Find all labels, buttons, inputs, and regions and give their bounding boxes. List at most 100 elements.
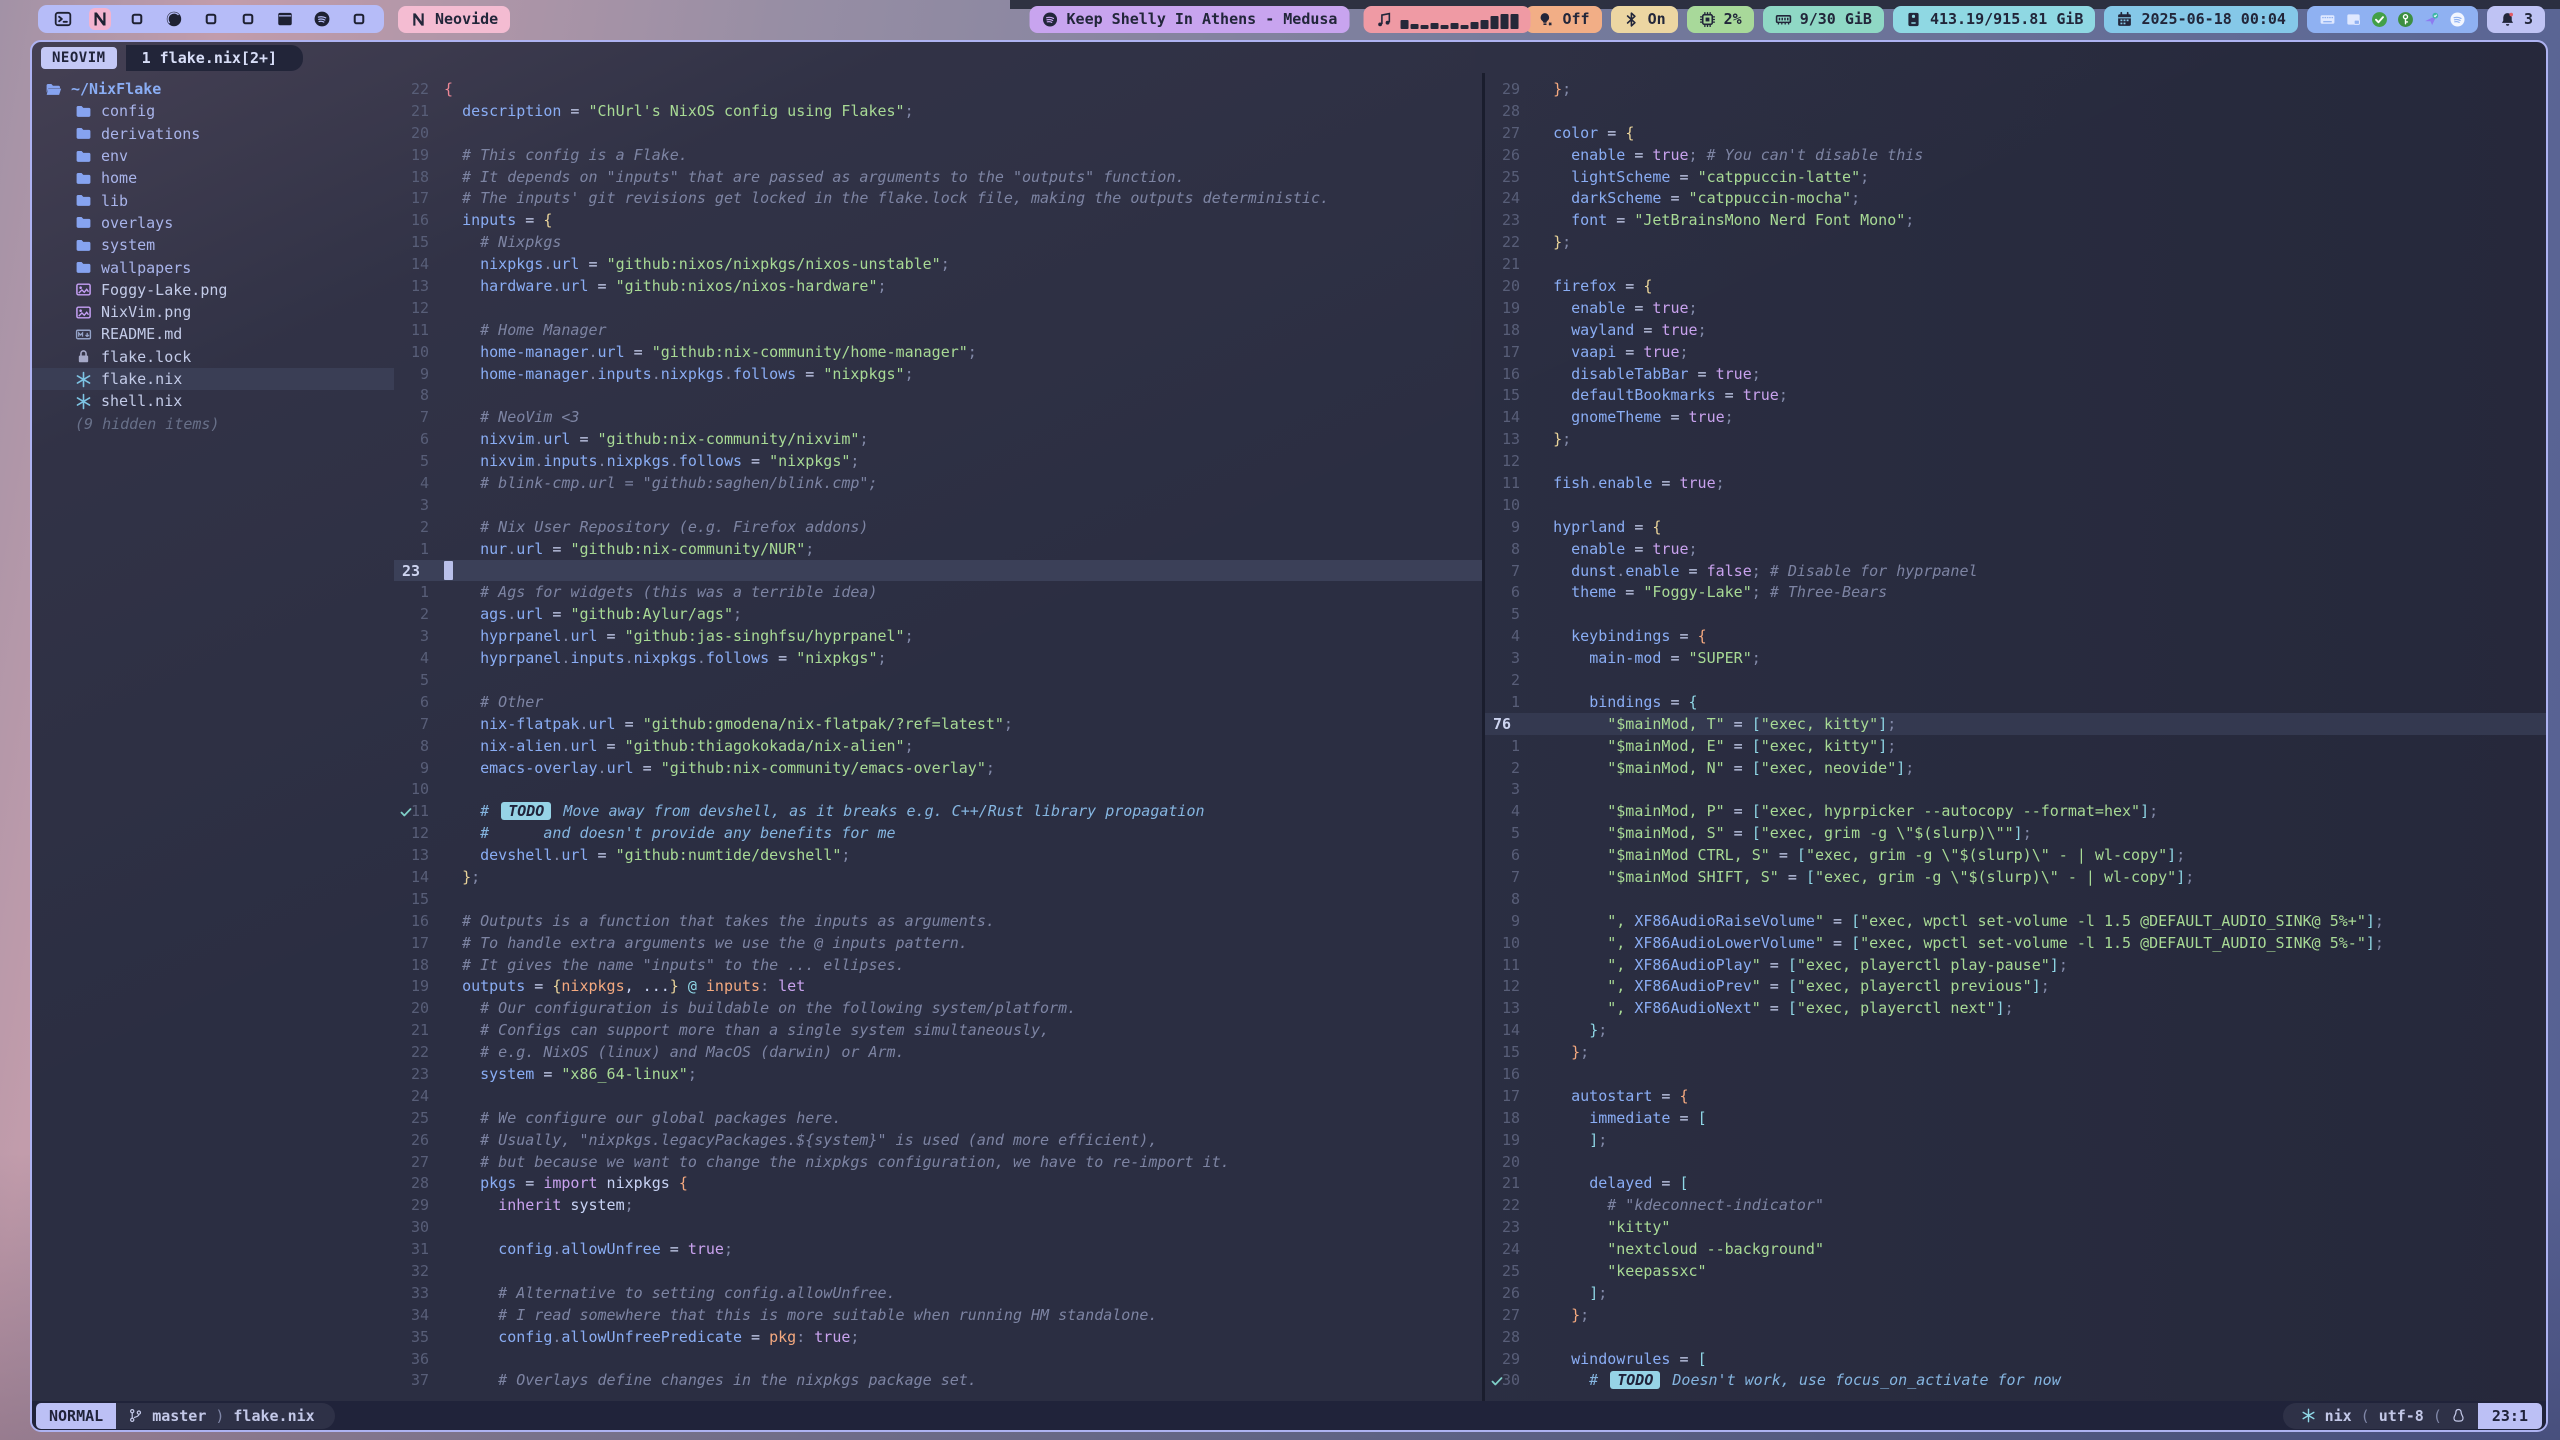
- tree-item-home[interactable]: home: [32, 167, 394, 189]
- keyboard-icon[interactable]: [2319, 11, 2336, 28]
- gutter: 20: [394, 999, 444, 1017]
- tree-item-derivations[interactable]: derivations: [32, 123, 394, 145]
- visualizer-bar: [1410, 24, 1418, 29]
- tree-item-label: (9 hidden items): [75, 415, 220, 433]
- code-text: # The inputs' git revisions get locked i…: [444, 189, 1482, 207]
- line-number: 22: [394, 1043, 444, 1061]
- media-title: Keep Shelly In Athens - Medusa: [1067, 10, 1338, 28]
- line-number: 27: [1485, 1306, 1535, 1324]
- line-number: 4: [1485, 802, 1535, 820]
- ram-module[interactable]: 9/30 GiB: [1763, 6, 1884, 33]
- gutter: 22: [394, 1043, 444, 1061]
- gutter: 5: [394, 671, 444, 689]
- gutter: 5: [1485, 605, 1535, 623]
- code-text: # and doesn't provide any benefits for m…: [444, 824, 1482, 842]
- line-number: 3: [394, 496, 444, 514]
- idle-module[interactable]: Off: [1525, 6, 1601, 33]
- sync-icon[interactable]: [2423, 11, 2440, 28]
- tree-item-flake.lock[interactable]: flake.lock: [32, 346, 394, 368]
- buffer-tab[interactable]: 1 flake.nix[2+]: [126, 45, 303, 71]
- line-number: 26: [1485, 146, 1535, 164]
- neovim-badge: NEOVIM: [41, 47, 117, 69]
- editor-pane-left[interactable]: 22{21 description = "ChUrl's NixOS confi…: [394, 73, 1482, 1401]
- tree-item-label: flake.nix: [101, 370, 182, 388]
- line-number: 13: [394, 846, 444, 864]
- editor-pane-right[interactable]: 29 };2827 color = {26 enable = true; # Y…: [1485, 73, 2546, 1401]
- workspace-empty-9[interactable]: [348, 8, 370, 30]
- tree-item-system[interactable]: system: [32, 234, 394, 256]
- line-number: 19: [394, 977, 444, 995]
- line-number: 5: [1485, 824, 1535, 842]
- line-number: 76: [1485, 715, 1535, 733]
- line-number: 23: [1485, 211, 1535, 229]
- line-number: 9: [1485, 518, 1535, 536]
- tree-item-shell.nix[interactable]: shell.nix: [32, 390, 394, 412]
- keepassxc-icon[interactable]: [2397, 11, 2414, 28]
- code-text: wayland = true;: [1535, 321, 2546, 339]
- system-tray[interactable]: [2307, 6, 2478, 33]
- bluetooth-module[interactable]: On: [1611, 6, 1678, 33]
- line-number: 28: [394, 1174, 444, 1192]
- workspace-firefox[interactable]: [163, 8, 185, 30]
- tree-item-wallpapers[interactable]: wallpapers: [32, 256, 394, 278]
- tree-item-nixflake[interactable]: ~/NixFlake: [32, 78, 394, 100]
- visualizer-bar: [1400, 20, 1408, 29]
- line-number: 19: [394, 146, 444, 164]
- line-number: 9: [1485, 912, 1535, 930]
- tree-item-nixvim.png[interactable]: NixVim.png: [32, 301, 394, 323]
- git-branch-icon: [128, 1408, 143, 1423]
- workspace-empty-6[interactable]: [237, 8, 259, 30]
- spotify-light-icon[interactable]: [2449, 11, 2466, 28]
- gutter: 1: [394, 540, 444, 558]
- clock-module[interactable]: 2025-06-18 00:04: [2104, 6, 2298, 33]
- code-line: 18 # It gives the name "inputs" to the .…: [394, 954, 1482, 976]
- spotify-icon: [313, 10, 331, 28]
- code-text: # e.g. NixOS (linux) and MacOS (darwin) …: [444, 1043, 1482, 1061]
- code-line: 14 };: [394, 866, 1482, 888]
- gutter: 33: [394, 1284, 444, 1302]
- active-window-pill[interactable]: Neovide: [398, 6, 510, 33]
- tree-item-foggy-lake.png[interactable]: Foggy-Lake.png: [32, 279, 394, 301]
- cpu-module[interactable]: 2%: [1687, 6, 1754, 33]
- code-line: 5 nixvim.inputs.nixpkgs.follows = "nixpk…: [394, 450, 1482, 472]
- workspace-empty-3[interactable]: [126, 8, 148, 30]
- tree-item-flake.nix[interactable]: flake.nix: [32, 368, 394, 390]
- code-text: # Configs can support more than a single…: [444, 1021, 1482, 1039]
- gutter: 20: [1485, 1153, 1535, 1171]
- workspace-terminal[interactable]: [52, 8, 74, 30]
- code-line: 16 disableTabBar = true;: [1485, 363, 2546, 385]
- code-text: bindings = {: [1535, 693, 2546, 711]
- code-line: 13 hardware.url = "github:nixos/nixos-ha…: [394, 275, 1482, 297]
- image-icon: [75, 304, 92, 321]
- gutter: 17: [394, 934, 444, 952]
- code-line: 9 emacs-overlay.url = "github:nix-commun…: [394, 757, 1482, 779]
- check-circle-icon[interactable]: [2371, 11, 2388, 28]
- gutter: 18: [1485, 321, 1535, 339]
- workspace-spotify[interactable]: [311, 8, 333, 30]
- code-line: 15 # Nixpkgs: [394, 231, 1482, 253]
- line-number: 16: [394, 912, 444, 930]
- tree-item-9hiddenitems[interactable]: (9 hidden items): [32, 412, 394, 434]
- tree-item-readme.md[interactable]: README.md: [32, 323, 394, 345]
- code-line: 76 "$mainMod, T" = ["exec, kitty"];: [1485, 713, 2546, 735]
- tree-item-config[interactable]: config: [32, 100, 394, 122]
- workspace-empty-5[interactable]: [200, 8, 222, 30]
- workspace-neovide[interactable]: [89, 8, 111, 30]
- code-line: 7 nix-flatpak.url = "github:gmodena/nix-…: [394, 713, 1482, 735]
- file-tree[interactable]: ~/NixFlakeconfigderivationsenvhomelibove…: [32, 73, 394, 1401]
- gutter: 26: [394, 1131, 444, 1149]
- nix-icon: [75, 371, 92, 388]
- notifications-pill[interactable]: 3: [2487, 6, 2545, 33]
- workspace-window[interactable]: [274, 8, 296, 30]
- gutter: 32: [394, 1262, 444, 1280]
- tree-item-lib[interactable]: lib: [32, 189, 394, 211]
- tree-item-overlays[interactable]: overlays: [32, 212, 394, 234]
- gutter: 12: [394, 824, 444, 842]
- code-line: 13 };: [1485, 428, 2546, 450]
- tree-item-env[interactable]: env: [32, 145, 394, 167]
- screenshot-icon[interactable]: [2345, 11, 2362, 28]
- code-text: lightScheme = "catppuccin-latte";: [1535, 168, 2546, 186]
- disk-module[interactable]: 413.19/915.81 GiB: [1893, 6, 2096, 33]
- media-title-pill[interactable]: Keep Shelly In Athens - Medusa: [1030, 6, 1350, 33]
- code-text: "$mainMod, N" = ["exec, neovide"];: [1535, 759, 2546, 777]
